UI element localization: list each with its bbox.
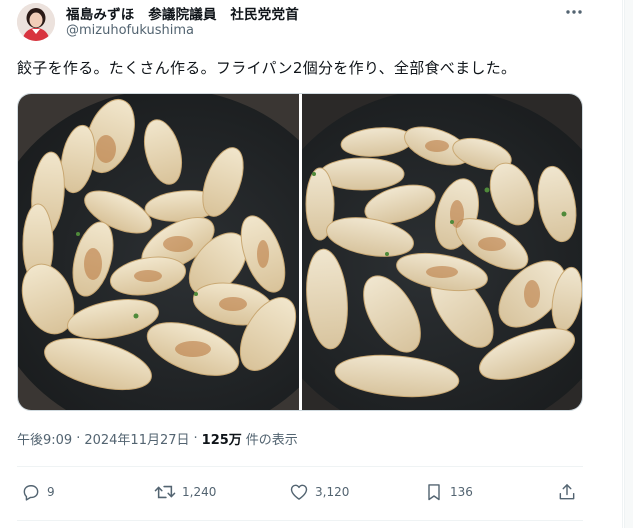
author-display-name[interactable]: 福島みずほ 参議院議員 社民党党首 xyxy=(66,3,299,23)
bookmark-count: 136 xyxy=(450,485,473,499)
meta-separator: · xyxy=(193,431,198,446)
tweet-text: 餃子を作る。たくさん作る。フライパン2個分を作り、全部食べました。 xyxy=(17,59,517,77)
divider xyxy=(17,520,583,521)
media-grid xyxy=(17,93,583,411)
photo-left[interactable] xyxy=(18,94,299,410)
meta-separator: · xyxy=(76,431,81,446)
tweet-meta: 午後9:09 · 2024年11月27日 · 125万 件の表示 xyxy=(17,429,298,448)
views-label: 件の表示 xyxy=(245,433,298,448)
scrollbar[interactable] xyxy=(624,0,633,528)
like-button[interactable]: 3,120 xyxy=(289,482,349,502)
repost-count: 1,240 xyxy=(182,485,217,499)
share-button[interactable] xyxy=(557,482,577,502)
author-name-row: 福島みずほ 参議院議員 社民党党首 xyxy=(66,3,299,23)
column-divider xyxy=(622,0,623,528)
bookmark-icon xyxy=(428,484,440,501)
reply-icon xyxy=(23,485,39,501)
like-count: 3,120 xyxy=(315,485,350,499)
reply-count: 9 xyxy=(47,485,55,499)
repost-button[interactable]: 1,240 xyxy=(154,482,216,502)
reply-button[interactable]: 9 xyxy=(21,482,55,502)
action-bar: 9 1,240 3,120 136 xyxy=(17,470,583,514)
more-icon[interactable] xyxy=(562,2,586,22)
tweet-time[interactable]: 午後9:09 xyxy=(17,429,72,448)
views-count: 125万 xyxy=(201,433,242,448)
tweet-date[interactable]: 2024年11月27日 xyxy=(84,429,189,448)
photo-right[interactable] xyxy=(301,94,582,410)
heart-icon xyxy=(290,484,308,500)
bookmark-button[interactable]: 136 xyxy=(424,482,473,502)
tweet: 福島みずほ 参議院議員 社民党党首 @mizuhofukushima 餃子を作る… xyxy=(0,0,622,528)
avatar[interactable] xyxy=(17,3,55,41)
share-icon xyxy=(559,484,575,500)
repost-icon xyxy=(154,485,176,499)
author-handle[interactable]: @mizuhofukushima xyxy=(66,23,194,38)
divider xyxy=(17,466,583,467)
